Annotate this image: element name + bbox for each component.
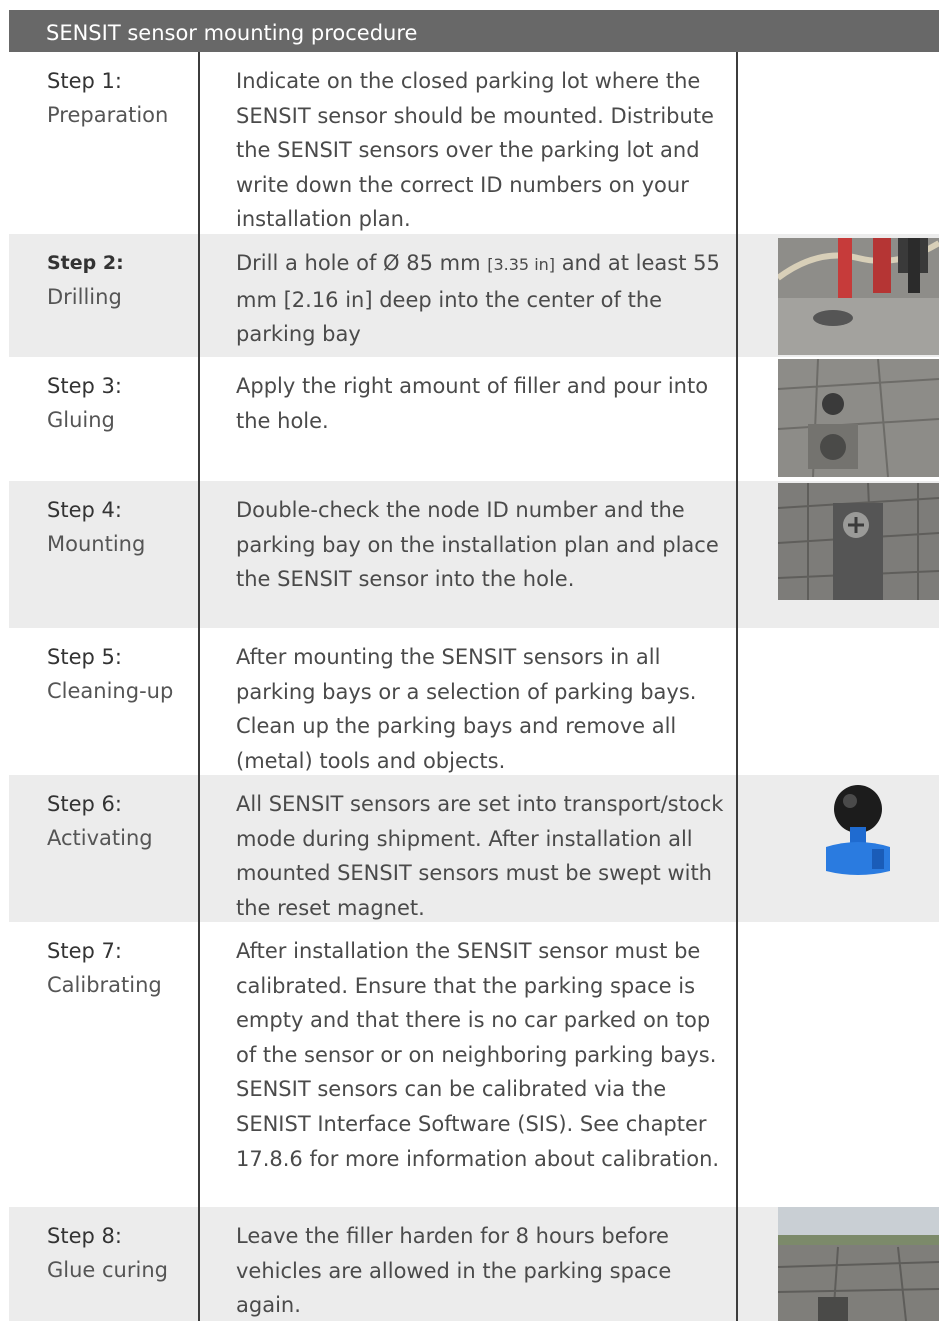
mounting-photo (778, 483, 939, 600)
step-description: Leave the filler harden for 8 hours befo… (236, 1224, 672, 1318)
reset-magnet-image (778, 779, 939, 885)
column-divider (198, 775, 200, 922)
step-number: Step 5: (47, 645, 122, 669)
step-description: After mounting the SENSIT sensors in all… (236, 645, 697, 773)
step-number: Step 1: (47, 69, 122, 93)
column-divider (736, 52, 738, 234)
mounting-procedure-table: SENSIT sensor mounting procedure Step 1:… (9, 10, 939, 1321)
column-divider (198, 628, 200, 775)
step-number: Step 2: (47, 252, 124, 274)
column-divider (736, 775, 738, 922)
column-divider (736, 234, 738, 357)
gluing-photo (778, 359, 939, 477)
step-description: All SENSIT sensors are set into transpor… (236, 792, 724, 920)
step-number: Step 8: (47, 1224, 122, 1248)
step-name: Cleaning-up (47, 679, 174, 703)
step-number: Step 3: (47, 374, 122, 398)
column-divider (198, 52, 200, 234)
table-row: Step 4: Mounting Double-check the node I… (9, 481, 939, 628)
column-divider (198, 1207, 200, 1321)
step-description: Apply the right amount of filler and pou… (236, 374, 709, 433)
step-name: Preparation (47, 103, 169, 127)
table-row: Step 2: Drilling Drill a hole of Ø 85 mm… (9, 234, 939, 357)
step-description: After installation the SENSIT sensor mus… (236, 939, 720, 1171)
column-divider (736, 1207, 738, 1321)
step-name: Calibrating (47, 973, 162, 997)
table-row: Step 7: Calibrating After installation t… (9, 922, 939, 1207)
column-divider (736, 481, 738, 628)
column-divider (198, 922, 200, 1207)
column-divider (198, 234, 200, 357)
parking-lot-photo (778, 1207, 939, 1321)
step-description: Drill a hole of Ø 85 mm [3.35 in] and at… (236, 251, 720, 347)
table-row: Step 1: Preparation Indicate on the clos… (9, 52, 939, 234)
column-divider (736, 357, 738, 481)
step-number: Step 6: (47, 792, 122, 816)
step-name: Activating (47, 826, 153, 850)
column-divider (736, 628, 738, 775)
column-divider (736, 922, 738, 1207)
step-description: Double-check the node ID number and the … (236, 498, 719, 592)
step-description: Indicate on the closed parking lot where… (236, 69, 714, 232)
column-divider (198, 357, 200, 481)
drilling-photo (778, 238, 939, 355)
table-title: SENSIT sensor mounting procedure (9, 10, 939, 52)
column-divider (198, 481, 200, 628)
step-name: Drilling (47, 285, 122, 309)
step-name: Glue curing (47, 1258, 168, 1282)
table-row: Step 5: Cleaning-up After mounting the S… (9, 628, 939, 775)
step-name: Gluing (47, 408, 115, 432)
table-row: Step 6: Activating All SENSIT sensors ar… (9, 775, 939, 922)
step-name: Mounting (47, 532, 146, 556)
step-number: Step 7: (47, 939, 122, 963)
table-row: Step 8: Glue curing Leave the filler har… (9, 1207, 939, 1321)
table-row: Step 3: Gluing Apply the right amount of… (9, 357, 939, 481)
step-number: Step 4: (47, 498, 122, 522)
